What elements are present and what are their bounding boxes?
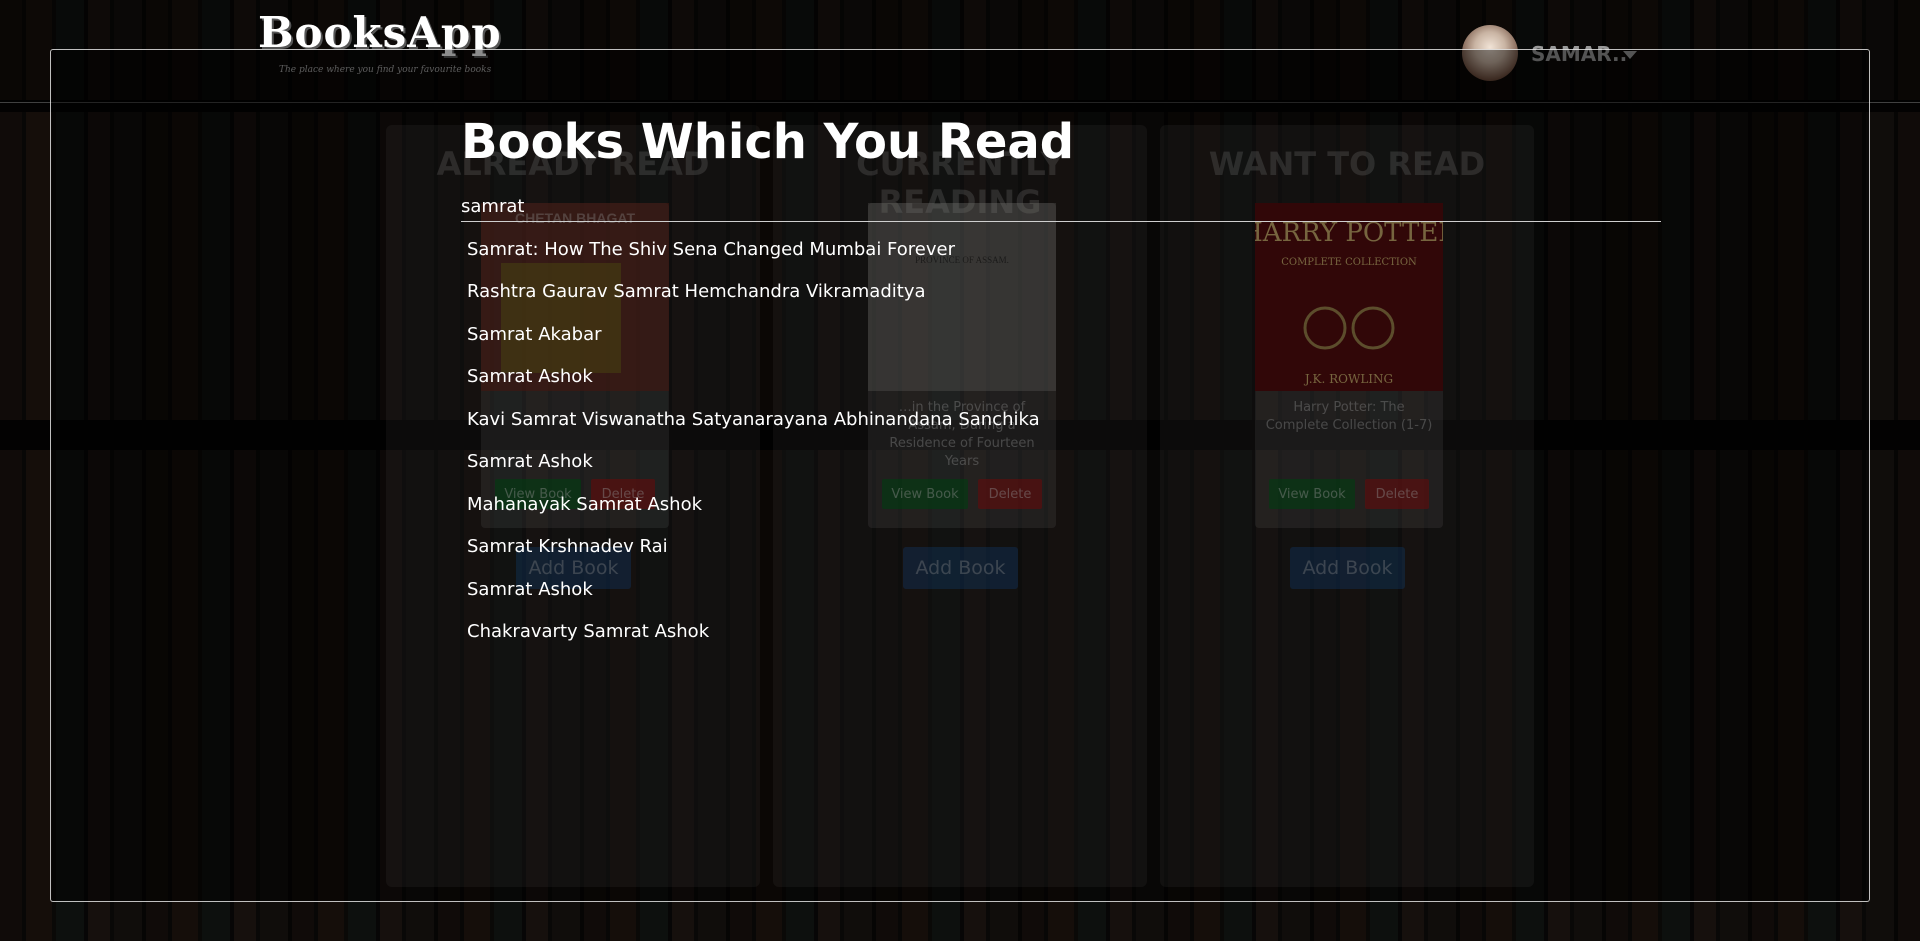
search-modal: Books Which You Read Samrat: How The Shi… bbox=[50, 49, 1870, 902]
suggestion-item[interactable]: Samrat Ashok bbox=[461, 356, 1040, 399]
suggestion-item[interactable]: Samrat Krshnadev Rai bbox=[461, 526, 1040, 569]
suggestion-item[interactable]: Mahanayak Samrat Ashok bbox=[461, 483, 1040, 526]
suggestion-item[interactable]: Samrat Akabar bbox=[461, 313, 1040, 356]
suggestion-item[interactable]: Kavi Samrat Viswanatha Satyanarayana Abh… bbox=[461, 398, 1040, 441]
suggestion-item[interactable]: Samrat Ashok bbox=[461, 568, 1040, 611]
suggestion-item[interactable]: Samrat: How The Shiv Sena Changed Mumbai… bbox=[461, 228, 1040, 271]
suggestion-item[interactable]: Chakravarty Samrat Ashok bbox=[461, 611, 1040, 654]
suggestion-item[interactable]: Rashtra Gaurav Samrat Hemchandra Vikrama… bbox=[461, 271, 1040, 314]
suggestion-item[interactable]: Samrat Ashok bbox=[461, 441, 1040, 484]
modal-title: Books Which You Read bbox=[461, 114, 1075, 170]
book-search-input[interactable] bbox=[461, 191, 1661, 222]
search-suggestions: Samrat: How The Shiv Sena Changed Mumbai… bbox=[461, 228, 1040, 653]
